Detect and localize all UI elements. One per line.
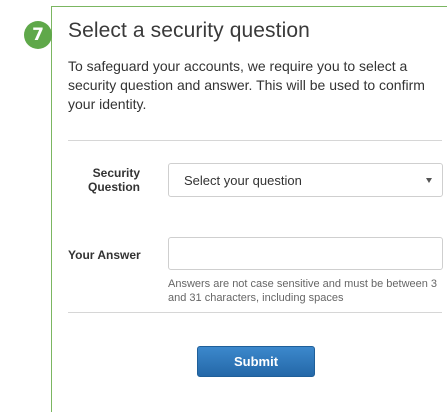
chevron-down-icon — [426, 178, 432, 183]
your-answer-label: Your Answer — [68, 248, 141, 262]
answer-hint-text: Answers are not case sensitive and must … — [168, 278, 438, 304]
divider-top — [68, 140, 442, 141]
security-question-select[interactable]: Select your question — [168, 163, 443, 197]
submit-button[interactable]: Submit — [197, 346, 315, 377]
divider-bottom — [68, 312, 442, 313]
page-title: Select a security question — [68, 19, 310, 42]
answer-input[interactable] — [168, 237, 443, 270]
security-question-label: Security Question — [87, 166, 140, 194]
instructions-text: To safeguard your accounts, we require y… — [68, 58, 425, 112]
security-question-selected-value: Select your question — [184, 173, 302, 188]
step-number-badge: 7 — [24, 21, 52, 49]
